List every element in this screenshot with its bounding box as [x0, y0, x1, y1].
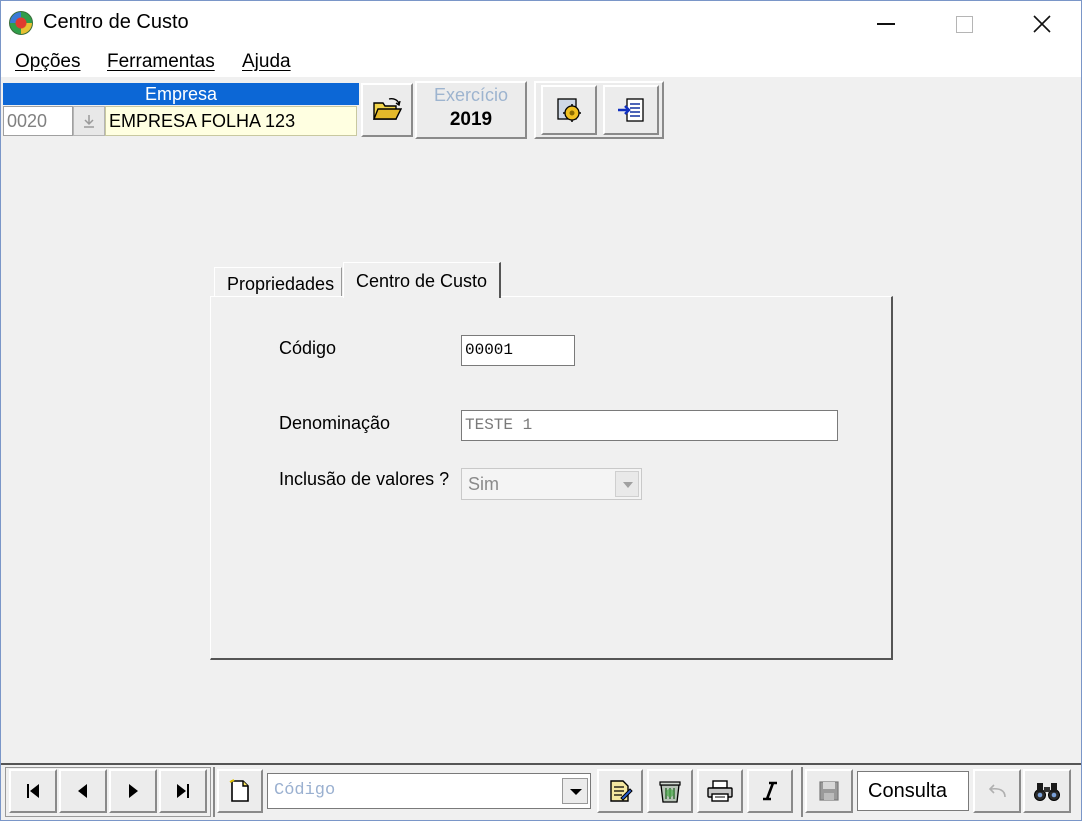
- exercicio-panel: Exercício 2019: [415, 81, 527, 139]
- toolbar-divider: [801, 767, 803, 817]
- menu-opcoes[interactable]: Opções: [15, 51, 80, 73]
- delete-icon: [659, 781, 681, 803]
- empresa-dropdown-button[interactable]: [73, 106, 105, 136]
- exercicio-year: 2019: [449, 109, 493, 130]
- open-button[interactable]: [361, 83, 413, 137]
- search-dropdown-icon[interactable]: [562, 778, 588, 804]
- search-field-combo[interactable]: Código: [267, 773, 591, 809]
- new-record-button[interactable]: [217, 769, 263, 813]
- denominacao-label: Denominação: [279, 413, 391, 433]
- inclusao-label: Inclusão de valores ?: [279, 469, 450, 489]
- menu-ajuda[interactable]: Ajuda: [242, 51, 291, 73]
- next-record-button[interactable]: [109, 769, 157, 813]
- maximize-button[interactable]: [925, 1, 1003, 45]
- tab-propriedades[interactable]: Propriedades: [214, 267, 342, 297]
- codigo-label: Código: [279, 338, 337, 358]
- open-folder-icon: [372, 98, 402, 120]
- italic-button[interactable]: [747, 769, 793, 813]
- first-record-button[interactable]: [9, 769, 57, 813]
- title-bar: Centro de Custo: [1, 1, 1081, 45]
- previous-record-button[interactable]: [59, 769, 107, 813]
- denominacao-field[interactable]: TESTE 1: [461, 410, 838, 441]
- next-record-icon: [129, 784, 138, 798]
- new-document-icon: [229, 779, 249, 802]
- exit-button[interactable]: [603, 85, 659, 135]
- dropdown-arrow-icon: [84, 115, 94, 128]
- tab-propriedades-label: Propriedades: [227, 274, 335, 294]
- save-icon: [819, 781, 839, 801]
- edit-document-icon: [610, 780, 633, 802]
- toolbar-divider: [213, 767, 215, 817]
- settings-button[interactable]: [541, 85, 597, 135]
- search-button[interactable]: [1023, 769, 1071, 813]
- window-title: Centro de Custo: [43, 11, 189, 33]
- menu-ferramentas[interactable]: Ferramentas: [107, 51, 215, 73]
- empresa-name-field: EMPRESA FOLHA 123: [105, 106, 357, 136]
- previous-record-icon: [78, 784, 87, 798]
- exit-icon: [618, 98, 644, 122]
- codigo-field[interactable]: 00001: [461, 335, 575, 366]
- tab-centro-de-custo-label: Centro de Custo: [356, 271, 488, 291]
- edit-record-button[interactable]: [597, 769, 643, 813]
- print-icon: [707, 780, 733, 802]
- app-icon: [9, 11, 33, 35]
- inclusao-select-value: Sim: [468, 474, 499, 494]
- binoculars-icon: [1034, 783, 1060, 801]
- close-button[interactable]: [1003, 1, 1081, 45]
- inclusao-select[interactable]: Sim: [461, 468, 642, 500]
- maximize-icon: [955, 15, 973, 33]
- mode-indicator: Consulta: [857, 771, 969, 811]
- save-button[interactable]: [805, 769, 853, 813]
- tab-centro-de-custo[interactable]: Centro de Custo: [343, 262, 501, 298]
- close-icon: [1033, 15, 1051, 33]
- minimize-icon: [877, 23, 895, 26]
- last-record-icon: [177, 784, 189, 798]
- italic-icon: [763, 781, 777, 801]
- delete-record-button[interactable]: [647, 769, 693, 813]
- search-field-placeholder: Código: [274, 781, 336, 800]
- undo-icon: [988, 784, 1006, 798]
- print-button[interactable]: [697, 769, 743, 813]
- empresa-code-field[interactable]: 0020: [3, 106, 73, 136]
- last-record-button[interactable]: [159, 769, 207, 813]
- settings-icon: [557, 98, 581, 122]
- application-window: Centro de Custo Opções Ferramentas Ajuda…: [0, 0, 1082, 821]
- first-record-icon: [27, 784, 39, 798]
- empresa-header: Empresa: [3, 83, 359, 105]
- chevron-down-icon[interactable]: [615, 471, 639, 497]
- exercicio-label: Exercício: [433, 85, 509, 105]
- menu-bar: Opções Ferramentas Ajuda: [1, 45, 1081, 77]
- minimize-button[interactable]: [847, 1, 925, 45]
- undo-button[interactable]: [973, 769, 1021, 813]
